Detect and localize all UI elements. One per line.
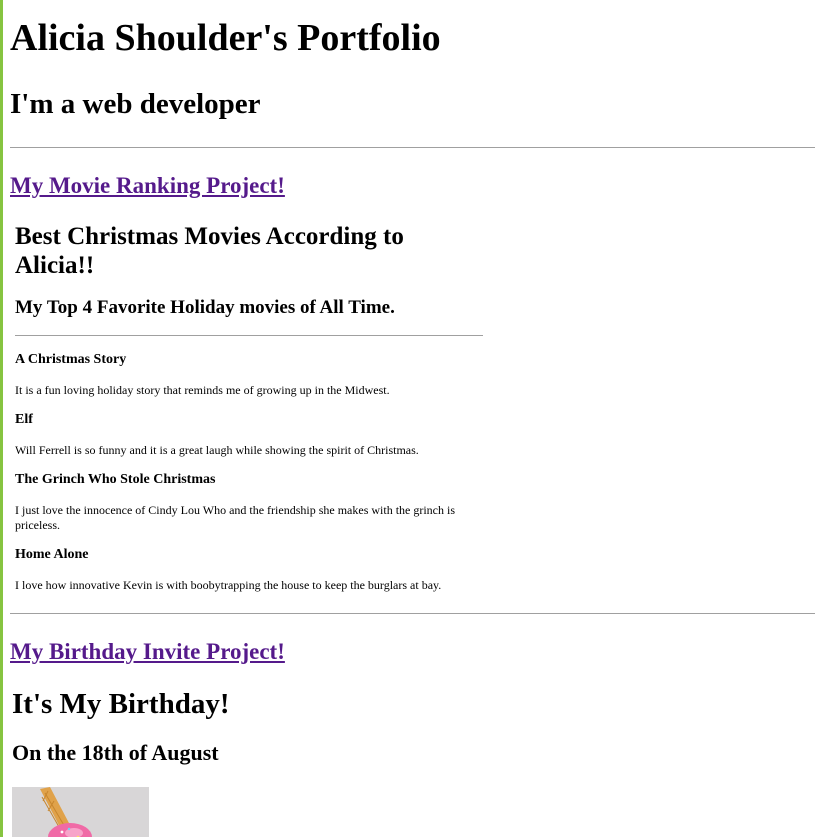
movie-description: It is a fun loving holiday story that re… <box>15 383 390 397</box>
movie-embed-title: Best Christmas Movies According to Alici… <box>15 223 404 279</box>
birthday-invite-embed: It's My Birthday! On the 18th of August <box>12 688 230 766</box>
movie-item: A Christmas Story It is a fun loving hol… <box>15 352 483 398</box>
birthday-project-link[interactable]: My Birthday Invite Project! <box>10 639 285 665</box>
movie-item: The Grinch Who Stole Christmas I just lo… <box>15 472 483 533</box>
page-title: Alicia Shoulder's Portfolio <box>10 17 441 59</box>
movie-item: Elf Will Ferrell is so funny and it is a… <box>15 412 483 458</box>
page-subtitle: I'm a web developer <box>10 88 261 120</box>
ice-cream-cone-icon <box>12 787 149 837</box>
movie-embed-subtitle: My Top 4 Favorite Holiday movies of All … <box>15 297 395 318</box>
movie-name: Home Alone <box>15 547 89 562</box>
movie-description: I just love the innocence of Cindy Lou W… <box>15 503 456 532</box>
movie-name: A Christmas Story <box>15 352 127 367</box>
movie-description: I love how innovative Kevin is with boob… <box>15 578 442 592</box>
movie-name: The Grinch Who Stole Christmas <box>15 472 216 487</box>
divider-top <box>10 147 815 148</box>
movie-item: Home Alone I love how innovative Kevin i… <box>15 547 483 593</box>
movie-description: Will Ferrell is so funny and it is a gre… <box>15 443 419 457</box>
divider-middle <box>10 613 815 614</box>
movie-embed-divider <box>15 335 483 336</box>
birthday-date: On the 18th of August <box>12 740 219 765</box>
window-frame-edge <box>0 0 3 837</box>
movie-ranking-embed: Best Christmas Movies According to Alici… <box>15 222 483 593</box>
movie-name: Elf <box>15 412 33 427</box>
birthday-title: It's My Birthday! <box>12 688 230 720</box>
movie-project-link[interactable]: My Movie Ranking Project! <box>10 173 285 199</box>
